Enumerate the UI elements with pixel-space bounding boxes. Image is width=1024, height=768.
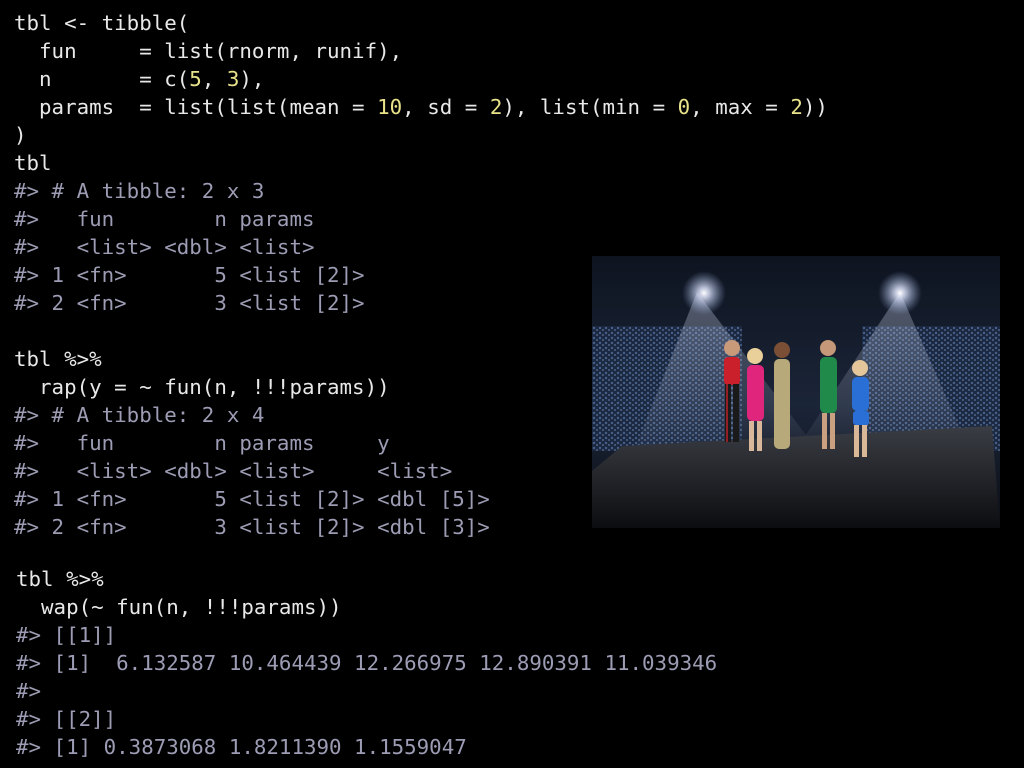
output-line: #> # A tibble: 2 x 3 xyxy=(14,177,828,205)
output-line: #> [1] 0.3873068 1.8211390 1.1559047 xyxy=(16,733,717,761)
code-text: #> fun n params y xyxy=(14,431,390,455)
output-line: #> xyxy=(16,677,717,705)
output-line: #> fun n params y xyxy=(14,429,490,457)
code-text: tbl %>% xyxy=(14,347,102,371)
output-line: #> [[2]] xyxy=(16,705,717,733)
photo-spotlight-left xyxy=(682,271,726,315)
code-text: #> <list> <dbl> <list> <list> xyxy=(14,459,453,483)
code-text: n = c( xyxy=(14,67,190,91)
code-text: #> [[2]] xyxy=(16,707,117,731)
number-literal: 2 xyxy=(790,95,803,119)
code-text: , sd = xyxy=(402,95,490,119)
code-block-rap: tbl %>% rap(y = ~ fun(n, !!!params)) #> #… xyxy=(14,345,490,541)
output-line: #> # A tibble: 2 x 4 xyxy=(14,401,490,429)
code-text: #> 2 <fn> 3 <list [2]> xyxy=(14,291,365,315)
code-text: #> 1 <fn> 5 <list [2]> <dbl [5]> xyxy=(14,487,490,511)
code-text: )) xyxy=(802,95,828,119)
code-line: ) xyxy=(14,121,828,149)
code-line: params = list(list(mean = 10, sd = 2), l… xyxy=(14,93,828,121)
code-block-wap: tbl %>% wap(~ fun(n, !!!params)) #> [[1]]… xyxy=(16,565,717,761)
code-text: tbl <- tibble( xyxy=(14,11,190,35)
code-text: wap(~ fun(n, !!!params)) xyxy=(16,595,342,619)
code-text: tbl %>% xyxy=(16,567,104,591)
code-text: #> <list> <dbl> <list> xyxy=(14,235,315,259)
photo-spotlight-right xyxy=(878,271,922,315)
code-text: #> # A tibble: 2 x 3 xyxy=(14,179,265,203)
code-text: #> # A tibble: 2 x 4 xyxy=(14,403,265,427)
code-line: fun = list(rnorm, runif), xyxy=(14,37,828,65)
number-literal: 3 xyxy=(226,67,240,91)
code-text: params = list(list(mean = xyxy=(14,95,378,119)
code-text: #> xyxy=(16,679,42,703)
code-line: tbl %>% xyxy=(16,565,717,593)
output-line: #> [[1]] xyxy=(16,621,717,649)
number-literal: 0 xyxy=(677,95,691,119)
code-text: #> 1 <fn> 5 <list [2]> xyxy=(14,263,365,287)
output-line: #> fun n params xyxy=(14,205,828,233)
code-text: fun = list(rnorm, runif), xyxy=(14,39,403,63)
output-line: #> <list> <dbl> <list> <list> xyxy=(14,457,490,485)
concert-photo xyxy=(592,256,1000,528)
code-text: #> [[1]] xyxy=(16,623,117,647)
code-text: ) xyxy=(14,123,27,147)
code-text: #> [1] 0.3873068 1.8211390 1.1559047 xyxy=(16,735,467,759)
code-text: #> fun n params xyxy=(14,207,315,231)
code-text: , max = xyxy=(690,95,791,119)
number-literal: 2 xyxy=(489,95,503,119)
code-line: tbl xyxy=(14,149,828,177)
code-text: ), list(min = xyxy=(502,95,678,119)
code-text: rap(y = ~ fun(n, !!!params)) xyxy=(14,375,390,399)
code-line: tbl %>% xyxy=(14,345,490,373)
output-line: #> 1 <fn> 5 <list [2]> <dbl [5]> xyxy=(14,485,490,513)
code-line: tbl <- tibble( xyxy=(14,9,828,37)
code-text: #> 2 <fn> 3 <list [2]> <dbl [3]> xyxy=(14,515,490,539)
code-text: , xyxy=(201,67,227,91)
number-literal: 10 xyxy=(377,95,403,119)
output-line: #> 2 <fn> 3 <list [2]> <dbl [3]> xyxy=(14,513,490,541)
code-text: ), xyxy=(239,67,265,91)
number-literal: 5 xyxy=(189,67,202,91)
code-text: #> [1] 6.132587 10.464439 12.266975 12.8… xyxy=(16,651,718,675)
code-line: wap(~ fun(n, !!!params)) xyxy=(16,593,717,621)
output-line: #> [1] 6.132587 10.464439 12.266975 12.8… xyxy=(16,649,717,677)
code-line: rap(y = ~ fun(n, !!!params)) xyxy=(14,373,490,401)
code-line: n = c(5, 3), xyxy=(14,65,828,93)
code-text: tbl xyxy=(14,151,52,175)
